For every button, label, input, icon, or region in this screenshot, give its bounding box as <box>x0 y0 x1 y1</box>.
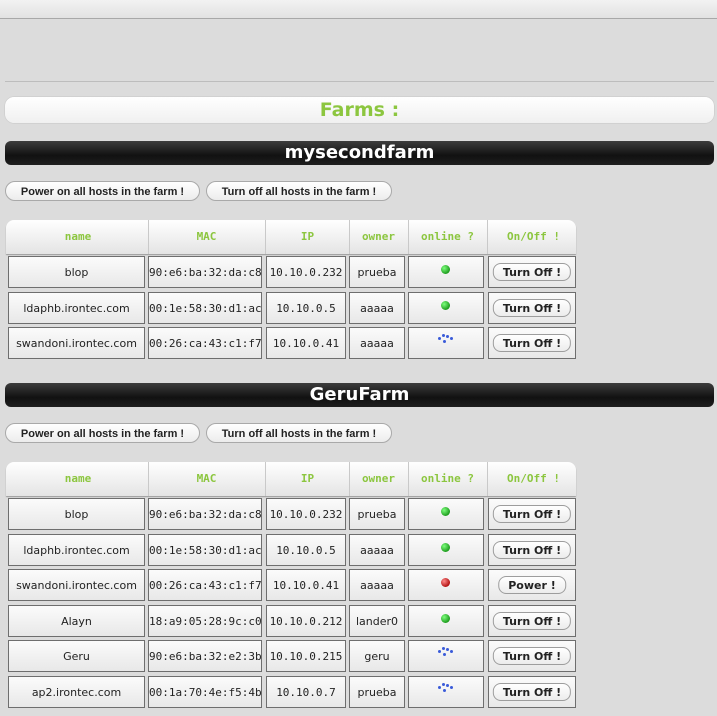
table-cell-owner: aaaaa <box>349 533 405 566</box>
table-cell-mac: 90:e6:ba:32:da:c8 <box>148 256 262 288</box>
turn-off-button[interactable]: Turn Off ! <box>492 540 572 559</box>
column-header-action: On/Off ! <box>507 230 560 243</box>
column-header-name: name <box>8 220 149 254</box>
offline-status-icon <box>441 578 450 588</box>
table-cell-action: Turn Off ! <box>488 676 576 708</box>
column-header-mac: MAC <box>148 462 266 496</box>
table-cell-ip: 10.10.0.41 <box>266 327 346 360</box>
online-status-icon <box>441 613 450 623</box>
table-cell-name: ldaphb.irontec.com <box>8 291 145 324</box>
table-cell-name: blop <box>8 256 145 288</box>
status-indicator-cell <box>408 604 484 637</box>
column-header-owner: owner <box>349 462 409 496</box>
turn-off-all-button[interactable]: Turn off all hosts in the farm ! <box>206 423 392 443</box>
online-status-icon <box>441 300 450 310</box>
status-indicator-cell <box>408 569 484 602</box>
table-cell-action: Turn Off ! <box>488 256 576 288</box>
table-cell-mac: 00:1a:70:4e:f5:4b <box>148 676 262 708</box>
power-on-all-button[interactable]: Power on all hosts in the farm ! <box>5 423 200 443</box>
table-cell-owner: aaaaa <box>349 569 405 602</box>
status-indicator-cell <box>408 533 484 566</box>
table-cell-name: ldaphb.irontec.com <box>8 533 145 566</box>
turn-off-button[interactable]: Turn Off ! <box>492 611 572 630</box>
turn-off-button[interactable]: Turn Off ! <box>492 298 572 317</box>
loading-spinner-icon <box>438 334 454 344</box>
column-header-ip: IP <box>266 220 350 254</box>
table-cell-name: swandoni.irontec.com <box>8 569 145 602</box>
table-cell-mac: 90:e6:ba:32:da:c8 <box>148 498 262 530</box>
status-indicator-cell <box>408 498 484 530</box>
table-cell-ip: 10.10.0.232 <box>266 256 346 288</box>
table-cell-name: swandoni.irontec.com <box>8 327 145 360</box>
table-cell-owner: prueba <box>349 676 405 708</box>
table-cell-name: blop <box>8 498 145 530</box>
table-cell-ip: 10.10.0.212 <box>266 604 346 637</box>
table-cell-owner: prueba <box>349 498 405 530</box>
column-header-owner: owner <box>349 220 409 254</box>
turn-off-button[interactable]: Turn Off ! <box>492 647 572 666</box>
divider <box>5 81 714 82</box>
farm-title: mysecondfarm <box>5 141 714 165</box>
turn-off-button[interactable]: Turn Off ! <box>492 505 572 523</box>
column-header-action: On/Off ! <box>507 472 560 485</box>
table-cell-mac: 18:a9:05:28:9c:c0 <box>148 604 262 637</box>
table-cell-ip: 10.10.0.41 <box>266 569 346 602</box>
table-cell-mac: 00:1e:58:30:d1:ac <box>148 291 262 324</box>
status-indicator-cell <box>408 676 484 708</box>
table-cell-action: Turn Off ! <box>488 640 576 673</box>
table-header: name MAC IP owner online ? On/Off ! <box>6 462 576 496</box>
loading-spinner-icon <box>438 683 454 693</box>
table-cell-owner: prueba <box>349 256 405 288</box>
farm-title: GeruFarm <box>5 383 714 407</box>
column-header-status: online ? <box>408 462 488 496</box>
table-cell-ip: 10.10.0.5 <box>266 291 346 324</box>
online-status-icon <box>441 542 450 552</box>
table-cell-action: Turn Off ! <box>488 498 576 530</box>
table-cell-mac: 90:e6:ba:32:e2:3b <box>148 640 262 673</box>
table-cell-action: Turn Off ! <box>488 291 576 324</box>
table-cell-name: ap2.irontec.com <box>8 676 145 708</box>
table-cell-action: Turn Off ! <box>488 533 576 566</box>
table-cell-mac: 00:26:ca:43:c1:f7 <box>148 569 262 602</box>
column-header-ip: IP <box>266 462 350 496</box>
table-cell-ip: 10.10.0.5 <box>266 533 346 566</box>
table-cell-action: Turn Off ! <box>488 604 576 637</box>
table-cell-owner: geru <box>349 640 405 673</box>
column-header-mac: MAC <box>148 220 266 254</box>
table-cell-ip: 10.10.0.7 <box>266 676 346 708</box>
turn-off-button[interactable]: Turn Off ! <box>492 263 572 281</box>
table-cell-action: Turn Off ! <box>488 327 576 360</box>
table-cell-ip: 10.10.0.232 <box>266 498 346 530</box>
table-cell-mac: 00:1e:58:30:d1:ac <box>148 533 262 566</box>
online-status-icon <box>441 265 450 274</box>
status-indicator-cell <box>408 640 484 673</box>
status-indicator-cell <box>408 256 484 288</box>
table-cell-name: Geru <box>8 640 145 673</box>
turn-off-all-button[interactable]: Turn off all hosts in the farm ! <box>206 181 392 201</box>
status-indicator-cell <box>408 291 484 324</box>
status-indicator-cell <box>408 327 484 360</box>
online-status-icon <box>441 507 450 516</box>
column-header-name: name <box>8 462 149 496</box>
table-cell-action: Power ! <box>488 569 576 602</box>
table-cell-mac: 00:26:ca:43:c1:f7 <box>148 327 262 360</box>
power-on-all-button[interactable]: Power on all hosts in the farm ! <box>5 181 200 201</box>
page-title: Farms : <box>5 97 714 123</box>
table-cell-ip: 10.10.0.215 <box>266 640 346 673</box>
top-toolbar <box>0 0 717 19</box>
turn-off-button[interactable]: Turn Off ! <box>492 334 572 353</box>
power-on-button[interactable]: Power ! <box>498 576 566 595</box>
loading-spinner-icon <box>438 647 454 657</box>
column-header-status: online ? <box>408 220 488 254</box>
table-header: name MAC IP owner online ? On/Off ! <box>6 220 576 254</box>
table-cell-owner: lander0 <box>349 604 405 637</box>
table-cell-owner: aaaaa <box>349 291 405 324</box>
table-cell-name: Alayn <box>8 604 145 637</box>
table-cell-owner: aaaaa <box>349 327 405 360</box>
turn-off-button[interactable]: Turn Off ! <box>492 683 572 701</box>
